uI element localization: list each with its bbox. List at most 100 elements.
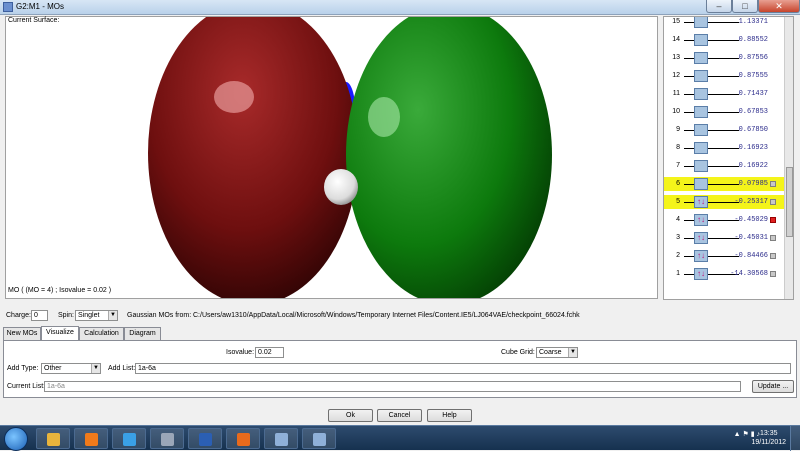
mos-from-path: C:/Users/aw1310/AppData/Local/Microsoft/… — [193, 312, 580, 319]
tab-new-mos[interactable]: New MOs — [3, 327, 41, 340]
taskbar-app-button[interactable] — [74, 428, 108, 449]
mo-level-row[interactable]: 9 0.67850 — [664, 123, 785, 137]
orbital-box[interactable]: ↑↓ — [694, 214, 708, 226]
close-button[interactable]: ✕ — [758, 0, 800, 13]
show-desktop-button[interactable] — [790, 426, 800, 451]
cube-grid-value: Coarse — [539, 349, 562, 356]
mo-level-row[interactable]: 12 0.87555 — [664, 69, 785, 83]
orbital-surface-render — [148, 1, 552, 305]
mo-number: 11 — [672, 90, 680, 97]
network-tool-icon — [161, 433, 174, 446]
maximize-button[interactable]: □ — [732, 0, 758, 13]
orbital-box[interactable] — [694, 106, 708, 118]
add-type-value: Other — [44, 365, 62, 372]
mo-energy: 0.71437 — [738, 90, 768, 98]
mo-level-row[interactable]: 7 0.16922 — [664, 159, 785, 173]
mo-level-row[interactable]: 11 0.71437 — [664, 87, 785, 101]
chevron-down-icon: ▼ — [108, 311, 117, 320]
mo-number: 5 — [676, 198, 680, 205]
electron-pair-icon: ↑↓ — [697, 233, 705, 242]
add-list-label: Add List: — [108, 365, 136, 372]
mo-level-row[interactable]: 1 ↑↓ -14.30568 — [664, 267, 785, 281]
mo-energy: 0.16922 — [738, 162, 768, 170]
mo-level-row[interactable]: 4 ↑↓ -0.45029 — [664, 213, 785, 227]
cancel-button[interactable]: Cancel — [377, 409, 422, 422]
add-list-input[interactable]: 1a-6a — [135, 363, 791, 374]
taskbar-app-button[interactable] — [150, 428, 184, 449]
levels-scrollbar[interactable] — [784, 17, 793, 299]
mo-number: 15 — [672, 18, 680, 25]
tab-calculation[interactable]: Calculation — [79, 327, 124, 340]
orbital-box[interactable] — [694, 178, 708, 190]
orbital-box[interactable] — [694, 17, 708, 28]
cube-grid-select[interactable]: Coarse ▼ — [536, 347, 578, 358]
mo-energy: 0.67850 — [738, 126, 768, 134]
tab-visualize[interactable]: Visualize — [41, 326, 79, 340]
mo-number: 3 — [676, 234, 680, 241]
spin-select[interactable]: Singlet ▼ — [75, 310, 118, 321]
orbital-box[interactable]: ↑↓ — [694, 196, 708, 208]
mo-level-row[interactable]: 15 1.13371 — [664, 17, 785, 29]
mo-number: 1 — [676, 270, 680, 277]
tab-diagram[interactable]: Diagram — [124, 327, 161, 340]
mo-energy: 0.87555 — [738, 72, 768, 80]
clock[interactable]: 13:35 19/11/2012 — [751, 429, 786, 447]
mo-level-row[interactable]: 6 0.07985 — [664, 177, 785, 191]
surface-toggle-checkbox[interactable] — [770, 235, 776, 241]
internet-explorer-icon — [123, 433, 136, 446]
charge-input[interactable]: 0 — [31, 310, 48, 321]
orbital-box[interactable] — [694, 142, 708, 154]
taskbar-app-button[interactable] — [36, 428, 70, 449]
taskbar: ▲ ⚑ ▮ ♪ 13:35 19/11/2012 — [0, 425, 800, 451]
taskbar-app-button[interactable] — [302, 428, 336, 449]
surface-toggle-checkbox[interactable] — [770, 181, 776, 187]
media-player-icon — [85, 433, 98, 446]
mo-level-row[interactable]: 14 0.88552 — [664, 33, 785, 47]
spin-label: Spin: — [58, 312, 74, 319]
mo-level-row[interactable]: 2 ↑↓ -0.84466 — [664, 249, 785, 263]
mo-level-row[interactable]: 5 ↑↓ -0.25317 — [664, 195, 785, 209]
orbital-box[interactable]: ↑↓ — [694, 232, 708, 244]
mo-energy-list[interactable]: 15 1.13371 14 0.88552 13 0.87556 12 0.87555 11 0.… — [663, 16, 794, 300]
mo-energy: -14.30568 — [730, 270, 768, 278]
taskbar-app-button[interactable] — [112, 428, 146, 449]
clock-time: 13:35 — [759, 430, 778, 437]
current-list-input[interactable]: 1a-6a — [44, 381, 741, 392]
orbital-box[interactable] — [694, 34, 708, 46]
orbital-box[interactable] — [694, 88, 708, 100]
surface-toggle-checkbox[interactable] — [770, 253, 776, 259]
mo-level-row[interactable]: 3 ↑↓ -0.45031 — [664, 231, 785, 245]
taskbar-app-button[interactable] — [188, 428, 222, 449]
orbital-box[interactable] — [694, 70, 708, 82]
orbital-box[interactable]: ↑↓ — [694, 268, 708, 280]
mo-level-row[interactable]: 13 0.87556 — [664, 51, 785, 65]
isovalue-input[interactable]: 0.02 — [255, 347, 284, 358]
electron-pair-icon: ↑↓ — [697, 269, 705, 278]
orbital-box[interactable] — [694, 160, 708, 172]
surface-toggle-checkbox[interactable] — [770, 199, 776, 205]
scrollbar-thumb[interactable] — [786, 167, 793, 237]
word-icon — [199, 433, 212, 446]
taskbar-app-button[interactable] — [226, 428, 260, 449]
surface-toggle-checkbox[interactable] — [770, 217, 776, 223]
orbital-viewer[interactable] — [5, 1, 658, 305]
update-button[interactable]: Update ... — [752, 380, 794, 393]
electron-pair-icon: ↑↓ — [697, 197, 705, 206]
highlight — [214, 81, 254, 113]
minimize-button[interactable]: – — [706, 0, 732, 13]
mo-number: 13 — [672, 54, 680, 61]
surface-toggle-checkbox[interactable] — [770, 271, 776, 277]
mo-number: 9 — [676, 126, 680, 133]
add-type-select[interactable]: Other ▼ — [41, 363, 101, 374]
orbital-box[interactable] — [694, 52, 708, 64]
start-button[interactable] — [4, 427, 28, 451]
chevron-down-icon: ▼ — [91, 364, 100, 373]
mo-level-row[interactable]: 8 0.16923 — [664, 141, 785, 155]
help-button[interactable]: Help — [427, 409, 472, 422]
mo-number: 14 — [672, 36, 680, 43]
mo-level-row[interactable]: 10 0.67853 — [664, 105, 785, 119]
orbital-box[interactable] — [694, 124, 708, 136]
orbital-box[interactable]: ↑↓ — [694, 250, 708, 262]
ok-button[interactable]: Ok — [328, 409, 373, 422]
taskbar-app-button[interactable] — [264, 428, 298, 449]
